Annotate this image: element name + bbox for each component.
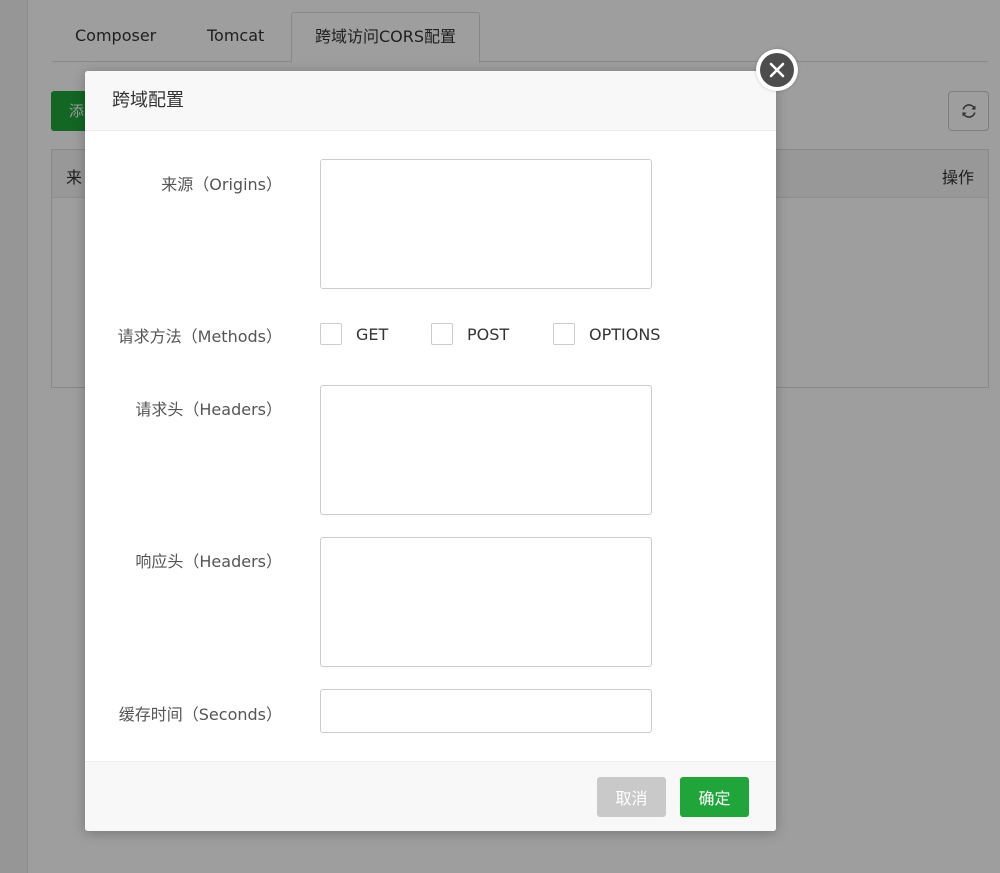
method-get-checkbox[interactable]: GET: [320, 323, 388, 345]
response-headers-label: 响应头（Headers）: [135, 552, 282, 571]
checkbox-box[interactable]: [320, 323, 342, 345]
close-button[interactable]: [756, 49, 798, 91]
confirm-button[interactable]: 确定: [680, 777, 749, 817]
dialog-footer: 取消 确定: [85, 761, 776, 831]
method-post-label: POST: [467, 324, 510, 344]
checkbox-box[interactable]: [553, 323, 575, 345]
cache-seconds-label: 缓存时间（Seconds）: [118, 705, 282, 724]
response-headers-textarea[interactable]: [320, 537, 652, 667]
methods-label: 请求方法（Methods）: [117, 327, 282, 346]
close-icon: [760, 53, 794, 87]
checkbox-box[interactable]: [431, 323, 453, 345]
method-post-checkbox[interactable]: POST: [431, 323, 509, 345]
dialog-title: 跨域配置: [112, 90, 184, 111]
cache-seconds-input[interactable]: [320, 689, 652, 733]
origins-label: 来源（Origins）: [161, 175, 282, 194]
request-headers-label: 请求头（Headers）: [135, 400, 282, 419]
dialog-header: 跨域配置: [85, 71, 776, 131]
cancel-button[interactable]: 取消: [597, 777, 666, 817]
origins-textarea[interactable]: [320, 159, 652, 289]
method-options-checkbox[interactable]: OPTIONS: [553, 323, 660, 345]
request-headers-textarea[interactable]: [320, 385, 652, 515]
cors-config-dialog: 跨域配置 来源（Origins） 请求方法（Methods） GET POST …: [85, 49, 798, 831]
method-get-label: GET: [356, 324, 389, 344]
method-options-label: OPTIONS: [589, 324, 661, 344]
